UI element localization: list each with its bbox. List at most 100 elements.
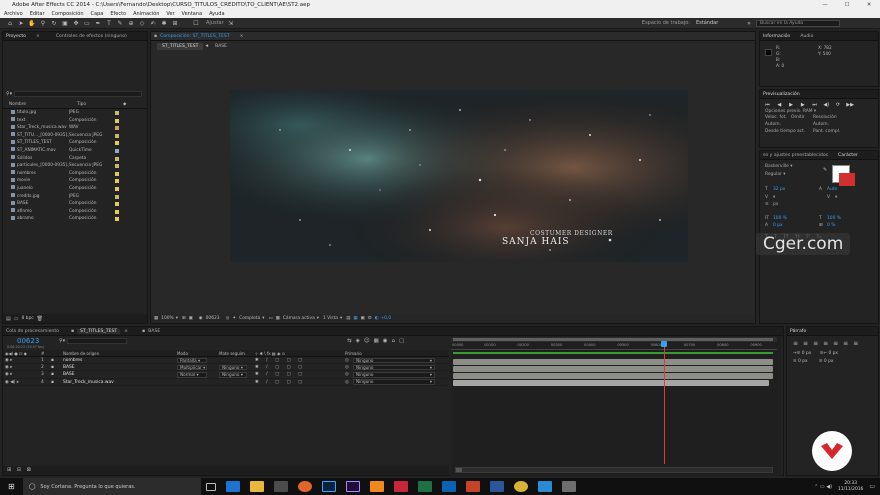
space-before-row[interactable]: ≡ 0 px ≡ 0 px xyxy=(793,358,878,366)
camera-view-select[interactable]: Cámara activa xyxy=(283,316,315,321)
project-item[interactable]: movie Composición xyxy=(3,177,147,185)
layer-name[interactable]: BASE xyxy=(63,371,177,377)
interpret-footage-icon[interactable]: ▤ xyxy=(6,316,11,322)
tab-audio[interactable]: Audio xyxy=(800,34,813,39)
workspace-select[interactable]: Estándar xyxy=(696,20,742,26)
lock-icon[interactable]: ▪ xyxy=(154,34,157,39)
playhead[interactable] xyxy=(664,342,666,464)
menu-efecto[interactable]: Efecto xyxy=(110,10,126,18)
tab-parrafo[interactable]: Párrafo xyxy=(790,329,806,334)
mute-audio-icon[interactable]: ◀) xyxy=(823,102,830,108)
composition-mini-flowchart-icon[interactable]: ⇆ xyxy=(347,338,356,344)
blend-mode-select[interactable]: Multiplicar ▾ xyxy=(177,364,207,371)
menu-ver[interactable]: Ver xyxy=(166,10,174,18)
app-icon[interactable] xyxy=(561,481,576,492)
menu-animacion[interactable]: Animación xyxy=(133,10,159,18)
menu-composicion[interactable]: Composición xyxy=(52,10,84,18)
toggle-expand-icon[interactable]: ⊠ xyxy=(27,467,31,473)
exposure-icon[interactable]: ◐ xyxy=(375,316,379,321)
justify-left-icon[interactable]: ≡ xyxy=(823,340,833,347)
label-color-swatch[interactable] xyxy=(115,126,119,131)
explorer-icon[interactable] xyxy=(249,481,264,492)
project-search-input[interactable] xyxy=(14,91,143,97)
project-item[interactable]: text Composición xyxy=(3,117,147,125)
track-matte-select[interactable]: Ninguno ▾ xyxy=(219,371,247,378)
label-color-swatch[interactable] xyxy=(115,209,119,214)
parent-select[interactable]: Ninguno ▾ xyxy=(353,364,435,371)
layer-row[interactable]: ◉ ▸ 1 ▪ nombres Pantalla ▾ ✱ / ▢ ▢ ▢ ◎ Ninguno ▾ xyxy=(3,357,449,365)
axis-icon[interactable]: ⊞ xyxy=(171,20,179,27)
resolution-select-preview[interactable]: Autom. xyxy=(813,121,829,128)
layer-name[interactable]: BASE xyxy=(63,364,177,370)
toggle-pixel-icon[interactable]: ▤ xyxy=(346,316,350,321)
pan-behind-tool-icon[interactable]: ✥ xyxy=(72,20,80,27)
store-icon[interactable] xyxy=(273,481,288,492)
label-color-swatch[interactable] xyxy=(115,118,119,123)
justify-all-icon[interactable]: ≡ xyxy=(853,340,863,347)
layer-switch-toggles[interactable]: ✱ / ▢ ▢ ▢ xyxy=(255,371,345,377)
eraser-tool-icon[interactable]: ◇ xyxy=(138,20,146,27)
flowchart-icon[interactable]: ⚙ xyxy=(368,316,372,321)
type-tool-icon[interactable]: T xyxy=(105,20,113,27)
windows-start-icon[interactable]: ⊞ xyxy=(8,482,15,491)
eyedropper-icon[interactable]: ✎ xyxy=(823,167,827,173)
roto-brush-icon[interactable]: ✍ xyxy=(149,20,157,27)
track-matte-select[interactable]: Ninguno ▾ xyxy=(219,364,247,371)
task-view-icon[interactable] xyxy=(205,482,216,491)
zoom-select[interactable]: 100% xyxy=(161,316,174,321)
kerning-select[interactable]: ▾ xyxy=(773,194,827,202)
layer-switch-toggles[interactable]: ✱ / ▢ ▢ ▢ xyxy=(255,357,345,363)
project-item[interactable]: Sólidos Carpeta xyxy=(3,155,147,163)
loop-icon[interactable]: ⟳ xyxy=(835,102,842,108)
tab-composicion[interactable]: Composición: ST_TITLES_TEST xyxy=(160,34,230,39)
menu-capa[interactable]: Capa xyxy=(91,10,104,18)
timeline-scroll-bar[interactable] xyxy=(455,467,773,473)
app-icon[interactable] xyxy=(393,481,408,492)
menu-ventana[interactable]: Ventana xyxy=(182,10,203,18)
leading-value[interactable]: Auto xyxy=(827,186,837,194)
layer-duration-bar[interactable] xyxy=(453,373,773,379)
comp-tab-st-titles-test[interactable]: ST_TITLES_TEST xyxy=(157,42,204,50)
outlook-icon[interactable] xyxy=(441,481,456,492)
draft-3d-icon[interactable]: ◈ xyxy=(356,338,364,344)
blend-mode-select[interactable]: Pantalla ▾ xyxy=(177,357,207,364)
parent-pick-whip-icon[interactable]: ◎ xyxy=(345,379,353,385)
view-layout-select[interactable]: 1 Vista xyxy=(323,316,338,321)
tsume-value[interactable]: 0 % xyxy=(827,222,835,230)
zoom-tool-icon[interactable]: ⚲ xyxy=(39,20,47,27)
parent-pick-whip-icon[interactable]: ◎ xyxy=(345,371,353,377)
powerpoint-icon[interactable] xyxy=(465,481,480,492)
layer-switches[interactable]: ◉ ◀) ▸ xyxy=(3,379,41,385)
tab-proyecto[interactable]: Proyecto xyxy=(6,34,26,39)
label-color-swatch[interactable] xyxy=(115,171,119,176)
channel-icon[interactable]: ✦ xyxy=(232,316,236,321)
project-item[interactable]: nombres Composición xyxy=(3,170,147,178)
layer-duration-bar[interactable] xyxy=(453,380,769,387)
justify-right-icon[interactable]: ≡ xyxy=(843,340,853,347)
font-style-select[interactable]: Regular ▾ xyxy=(760,171,878,179)
tab-cola-procesamiento[interactable]: Cola de procesamiento xyxy=(6,329,59,334)
ram-preview-options[interactable]: Opciones previs. RAM ▾ xyxy=(760,108,878,115)
close-icon[interactable]: × xyxy=(36,34,40,39)
pen-tool-icon[interactable]: ✒ xyxy=(94,20,102,27)
project-item[interactable]: credits.jpg JPEG xyxy=(3,193,147,201)
label-color-swatch[interactable] xyxy=(115,202,119,207)
project-item[interactable]: juanelo Composición xyxy=(3,185,147,193)
frame-rate-select[interactable]: Autom. xyxy=(765,121,813,128)
layer-name[interactable]: Star_Treck_musica.wav xyxy=(63,379,177,385)
layer-duration-bar[interactable] xyxy=(453,365,773,372)
label-color-swatch[interactable] xyxy=(115,186,119,191)
mask-icon[interactable]: ▣ xyxy=(189,316,193,321)
parent-pick-whip-icon[interactable]: ◎ xyxy=(345,357,353,363)
after-effects-icon[interactable] xyxy=(345,481,360,492)
photoshop-icon[interactable] xyxy=(321,481,336,492)
layer-switch-toggles[interactable]: ✱ / ▢ ▢ ▢ xyxy=(255,364,345,370)
word-icon[interactable] xyxy=(489,481,504,492)
parent-select[interactable]: Ninguno ▾ xyxy=(353,379,435,385)
indent-left-row[interactable]: →≡ 0 px ≡← 0 px xyxy=(793,350,878,358)
label-color-swatch[interactable] xyxy=(115,179,119,184)
firefox-icon[interactable] xyxy=(297,481,312,492)
work-area-range[interactable] xyxy=(453,338,773,341)
menu-archivo[interactable]: Archivo xyxy=(4,10,23,18)
snap-icon[interactable]: ⇲ xyxy=(227,20,235,27)
